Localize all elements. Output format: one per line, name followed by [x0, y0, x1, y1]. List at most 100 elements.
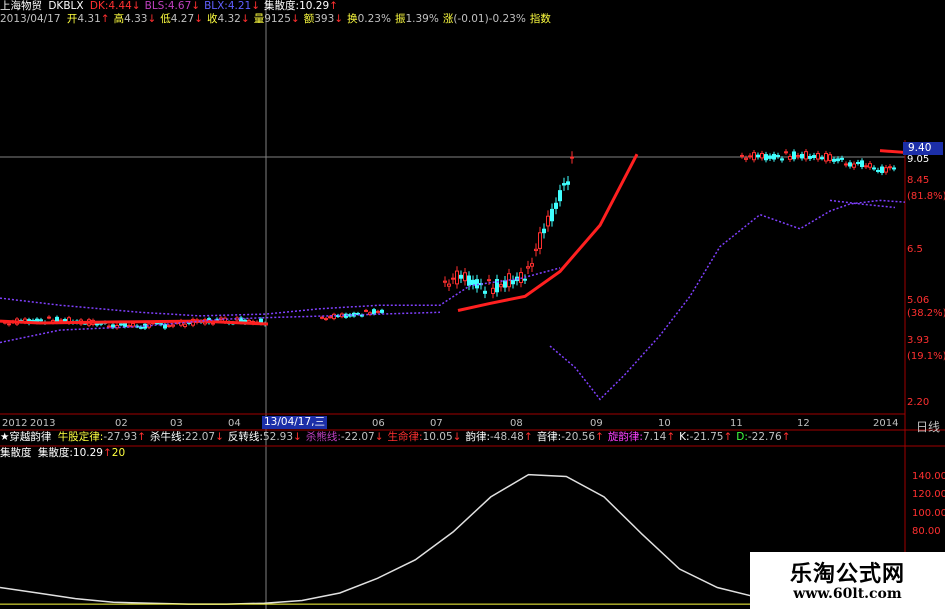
candle-body — [139, 326, 143, 329]
quote-value: 4.31 — [77, 13, 101, 25]
quote-label: 开 — [66, 13, 78, 25]
candle-body — [828, 154, 832, 161]
candle-body — [320, 316, 324, 319]
trend-arrow: ↑ — [666, 431, 676, 443]
candle-body — [844, 163, 848, 166]
candlestick — [848, 160, 852, 169]
candlestick — [756, 152, 760, 160]
sub-indicator-line — [0, 473, 756, 605]
candlestick — [380, 308, 384, 315]
candlestick — [546, 210, 550, 232]
trend-arrow: ↓ — [240, 13, 250, 25]
candle-body — [868, 163, 872, 168]
candlestick — [459, 270, 463, 284]
candlestick — [511, 275, 515, 289]
candle-body — [812, 155, 816, 158]
candlestick — [860, 158, 864, 170]
price-axis-label: (19.1%) — [907, 350, 945, 362]
quote-values: 开4.31↑ 高4.33↓ 低4.27↓ 收4.32↓ 量9125↓ 额393↓ 换0.23… — [67, 13, 555, 25]
candle-body — [570, 156, 574, 159]
date-axis-label: 04 — [228, 418, 241, 429]
period-label[interactable]: 日线 — [916, 418, 940, 435]
candlestick — [324, 316, 328, 321]
candle-body — [880, 166, 884, 173]
candle-body — [756, 154, 760, 158]
sub-indicator-panel — [0, 473, 756, 605]
quote-label: 振 — [394, 13, 406, 25]
candle-body — [772, 153, 776, 160]
candlestick — [570, 151, 574, 164]
candlestick — [820, 155, 824, 161]
candle-body — [788, 155, 792, 160]
trend-arrow: ↓ — [131, 0, 141, 12]
formula-label: 生命律: — [387, 431, 423, 443]
formula-value: -22.76 — [747, 431, 782, 443]
date-axis-label: 03 — [170, 418, 183, 429]
trend-arrow: ↑ — [595, 431, 604, 443]
watermark-title: 乐淘公式网 — [789, 561, 905, 587]
formula-value: -20.56 — [561, 431, 596, 443]
date-axis-label: 2014 — [873, 418, 899, 429]
candle-body — [820, 157, 824, 160]
sub-axis-label: 140.00 — [912, 470, 945, 482]
candle-body — [744, 157, 748, 160]
candle-body — [47, 316, 51, 319]
candle-body — [131, 323, 135, 327]
trend-arrow: ↑ — [329, 0, 338, 12]
candle-body — [503, 280, 507, 288]
candlestick — [788, 153, 792, 163]
sub-axis-label: 120.00 — [912, 489, 945, 500]
trend-arrow: ↓ — [334, 13, 344, 25]
candle-body — [554, 202, 558, 209]
candlestick — [554, 197, 558, 215]
candle-body — [530, 263, 534, 267]
chart-canvas[interactable] — [0, 0, 945, 609]
indicator-name: DKBLX — [48, 0, 84, 12]
formula-value: 22.07 — [185, 431, 216, 443]
formula-label: 牛股定律: — [57, 431, 104, 443]
candle-body — [872, 167, 876, 170]
candlestick — [523, 274, 527, 285]
candle-body — [550, 208, 554, 222]
candlestick — [876, 167, 880, 174]
candle-body — [816, 153, 820, 160]
stock-chart-window[interactable]: 上海物贸 DKBLX DK:4.44↓ BLS:4.67↓ BLX:4.21↓ 集散度… — [0, 0, 945, 609]
candle-body — [328, 316, 332, 319]
quote-label: 指数 — [529, 13, 551, 25]
candle-body — [768, 155, 772, 159]
formula-values: 牛股定律:-27.93↑ 杀牛线:22.07↓ 反转线:52.93↓ 杀熊线:-22.… — [58, 431, 795, 443]
candle-body — [111, 324, 115, 328]
candlestick — [832, 156, 836, 164]
main-price-panel — [0, 149, 906, 401]
candle-body — [119, 323, 123, 326]
trend-arrow: ↓ — [251, 0, 261, 12]
candlestick — [824, 150, 828, 164]
date-axis-label: 07 — [430, 418, 443, 429]
trend-arrow: ↓ — [374, 431, 384, 443]
trend-arrow: ↑ — [523, 431, 533, 443]
sub-indicator-value: 10.29 — [72, 447, 103, 459]
candlestick — [495, 274, 499, 297]
sub-indicator-title: 集散度 — [0, 447, 32, 459]
candlestick — [47, 315, 51, 320]
candlestick — [804, 149, 808, 162]
candle-body — [7, 323, 11, 326]
quote-value: 4.33 — [124, 13, 148, 25]
formula-label: 杀牛线: — [149, 431, 186, 443]
candlestick — [455, 266, 459, 289]
candle-body — [860, 160, 864, 167]
sub-indicator-arrow: ↑ — [102, 447, 112, 459]
candle-body — [792, 151, 796, 160]
band-line — [0, 311, 441, 344]
candle-body — [764, 154, 768, 161]
formula-value: -22.07 — [340, 431, 375, 443]
candle-body — [171, 324, 175, 327]
candle-body — [848, 162, 852, 167]
quote-label: 高 — [113, 13, 125, 25]
candle-body — [372, 309, 376, 315]
candlestick — [483, 286, 487, 299]
candlestick — [503, 276, 507, 292]
candle-body — [884, 167, 888, 173]
candlestick — [808, 153, 812, 162]
candle-body — [776, 154, 780, 157]
